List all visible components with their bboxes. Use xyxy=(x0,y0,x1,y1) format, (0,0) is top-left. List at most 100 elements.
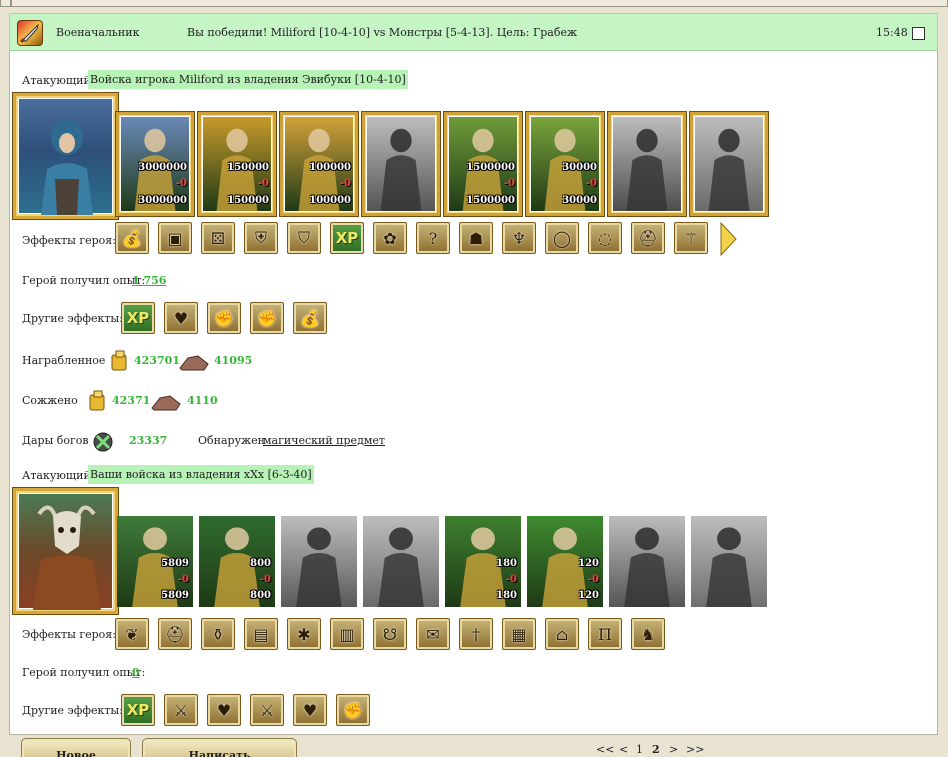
unit-count-before: 3000000 xyxy=(138,162,187,173)
army-unit-slot[interactable] xyxy=(689,111,769,217)
helmet-icon[interactable]: ⛑ xyxy=(158,618,192,650)
cloak-icon[interactable]: ⌂ xyxy=(545,618,579,650)
hero-exp-value[interactable]: 0 xyxy=(132,666,140,679)
pager-page-2: 2 xyxy=(652,743,660,756)
unit-count-after: 100000 xyxy=(309,195,351,206)
top-toolbar xyxy=(0,0,948,10)
leaf-helmet-icon[interactable]: ❦ xyxy=(115,618,149,650)
hood-icon[interactable]: ☋ xyxy=(373,618,407,650)
hero-effects-label: Эффекты героя: xyxy=(22,628,116,641)
ring-purple-icon[interactable]: ◌ xyxy=(588,222,622,254)
ore-icon xyxy=(150,390,182,412)
question-icon[interactable]: ? xyxy=(416,222,450,254)
pager-last[interactable]: >> xyxy=(686,743,704,756)
gold-icon xyxy=(84,389,110,411)
army-unit-slot[interactable]: 180 -0 180 xyxy=(445,516,521,607)
select-checkbox[interactable] xyxy=(912,27,925,40)
gods-gifts-label: Дары богов xyxy=(22,434,89,447)
handshake-shield-icon[interactable]: ⛉ xyxy=(287,222,321,254)
unit-loss: -0 xyxy=(587,574,599,585)
unit-count-before: 5809 xyxy=(161,558,189,569)
burned-ore-value: 4110 xyxy=(187,394,218,407)
chest-icon[interactable]: ▣ xyxy=(158,222,192,254)
side-label: Атакующий xyxy=(22,469,91,482)
unit-count-before: 100000 xyxy=(309,162,351,173)
potion-icon[interactable]: ⚱ xyxy=(201,618,235,650)
side-title: Ваши войска из владения xXx [6-3-40] xyxy=(88,465,314,484)
unit-image xyxy=(363,516,439,607)
found-label: Обнаружен xyxy=(198,434,266,447)
side-label: Атакующий xyxy=(22,74,91,87)
army-unit-slot[interactable] xyxy=(281,516,357,607)
shield-icon[interactable]: ⛨ xyxy=(244,222,278,254)
army-unit-slot[interactable]: 30000 -0 30000 xyxy=(525,111,605,217)
army-unit-slot[interactable] xyxy=(691,516,767,607)
ore-icon xyxy=(178,350,210,372)
pager-next[interactable]: > xyxy=(669,743,678,756)
army-unit-slot[interactable] xyxy=(607,111,687,217)
scroll-icon[interactable]: ✉ xyxy=(416,618,450,650)
ring-icon[interactable]: ◯ xyxy=(545,222,579,254)
army-unit-slot[interactable]: 800 -0 800 xyxy=(199,516,275,607)
found-item-link[interactable]: магический предмет xyxy=(263,434,385,447)
camel-icon[interactable]: ♞ xyxy=(631,618,665,650)
unit-count-after: 120 xyxy=(578,590,599,601)
pants-icon[interactable]: Π xyxy=(588,618,622,650)
unit-image xyxy=(613,117,681,211)
army-unit-slot[interactable]: 150000 -0 150000 xyxy=(197,111,277,217)
hero-exp-label: Герой получил опыт: xyxy=(22,274,146,287)
dice-icon[interactable]: ⚄ xyxy=(201,222,235,254)
gold-bag-icon[interactable]: 💰 xyxy=(293,302,327,334)
xp-icon[interactable]: XP xyxy=(330,222,364,254)
unit-loss: -0 xyxy=(339,178,351,189)
sword-icon[interactable]: ⚔ xyxy=(164,694,198,726)
pager-prev[interactable]: < xyxy=(619,743,628,756)
army-unit-slot[interactable]: 100000 -0 100000 xyxy=(279,111,359,217)
xp-icon[interactable]: XP xyxy=(121,302,155,334)
hearts-armor-icon[interactable]: ♥ xyxy=(293,694,327,726)
write-admin-button[interactable]: Написать администрации xyxy=(142,738,297,757)
army-unit-slot[interactable] xyxy=(363,516,439,607)
scroll-right-arrow-icon[interactable] xyxy=(719,221,737,257)
army-unit-slot[interactable]: 120 -0 120 xyxy=(527,516,603,607)
fist-sword-icon[interactable]: ✊ xyxy=(336,694,370,726)
pager-page-1[interactable]: 1 xyxy=(636,743,643,756)
hero-portrait[interactable] xyxy=(12,92,119,220)
web-shield-icon[interactable]: ✱ xyxy=(287,618,321,650)
helmet-icon[interactable]: ⛑ xyxy=(631,222,665,254)
unit-image xyxy=(609,516,685,607)
unit-image xyxy=(695,117,763,211)
xp-icon[interactable]: XP xyxy=(121,694,155,726)
sword-icon[interactable]: ⚔ xyxy=(250,694,284,726)
scepter-icon[interactable]: ⚚ xyxy=(674,222,708,254)
gold-bag-icon[interactable]: 💰 xyxy=(115,222,149,254)
cage-icon[interactable]: ▦ xyxy=(502,618,536,650)
gods-gift-icon xyxy=(91,430,117,452)
army-unit-slot[interactable]: 3000000 -0 3000000 xyxy=(115,111,195,217)
armor-icon[interactable]: ▤ xyxy=(244,618,278,650)
xp-plant-icon[interactable]: ✿ xyxy=(373,222,407,254)
fist-sword-icon[interactable]: ✊ xyxy=(207,302,241,334)
unit-loss: -0 xyxy=(177,574,189,585)
hearts-armor-icon[interactable]: ♥ xyxy=(164,302,198,334)
army-unit-slot[interactable] xyxy=(609,516,685,607)
unit-loss: -0 xyxy=(503,178,515,189)
bracer-icon[interactable]: ▥ xyxy=(330,618,364,650)
army-unit-slot[interactable]: 5809 -0 5809 xyxy=(117,516,193,607)
hero-exp-value[interactable]: 1 756 xyxy=(132,274,166,287)
army-unit-slot[interactable]: 1500000 -0 1500000 xyxy=(443,111,523,217)
dagger-icon[interactable]: † xyxy=(459,618,493,650)
fist-sword-icon[interactable]: ✊ xyxy=(250,302,284,334)
hero-effects-label: Эффекты героя: xyxy=(22,234,116,247)
antlers-icon[interactable]: ♆ xyxy=(502,222,536,254)
unit-count-before: 180 xyxy=(496,558,517,569)
pager-first[interactable]: << xyxy=(596,743,614,756)
unit-count-before: 1500000 xyxy=(466,162,515,173)
unit-count-after: 5809 xyxy=(161,590,189,601)
army-unit-slot[interactable] xyxy=(361,111,441,217)
beetle-icon[interactable]: ☗ xyxy=(459,222,493,254)
new-message-button[interactable]: Новое сообщение xyxy=(21,738,131,757)
message-subject: Вы победили! Miliford [10-4-10] vs Монст… xyxy=(187,26,578,39)
hero-portrait[interactable] xyxy=(12,487,119,615)
hearts-armor-icon[interactable]: ♥ xyxy=(207,694,241,726)
